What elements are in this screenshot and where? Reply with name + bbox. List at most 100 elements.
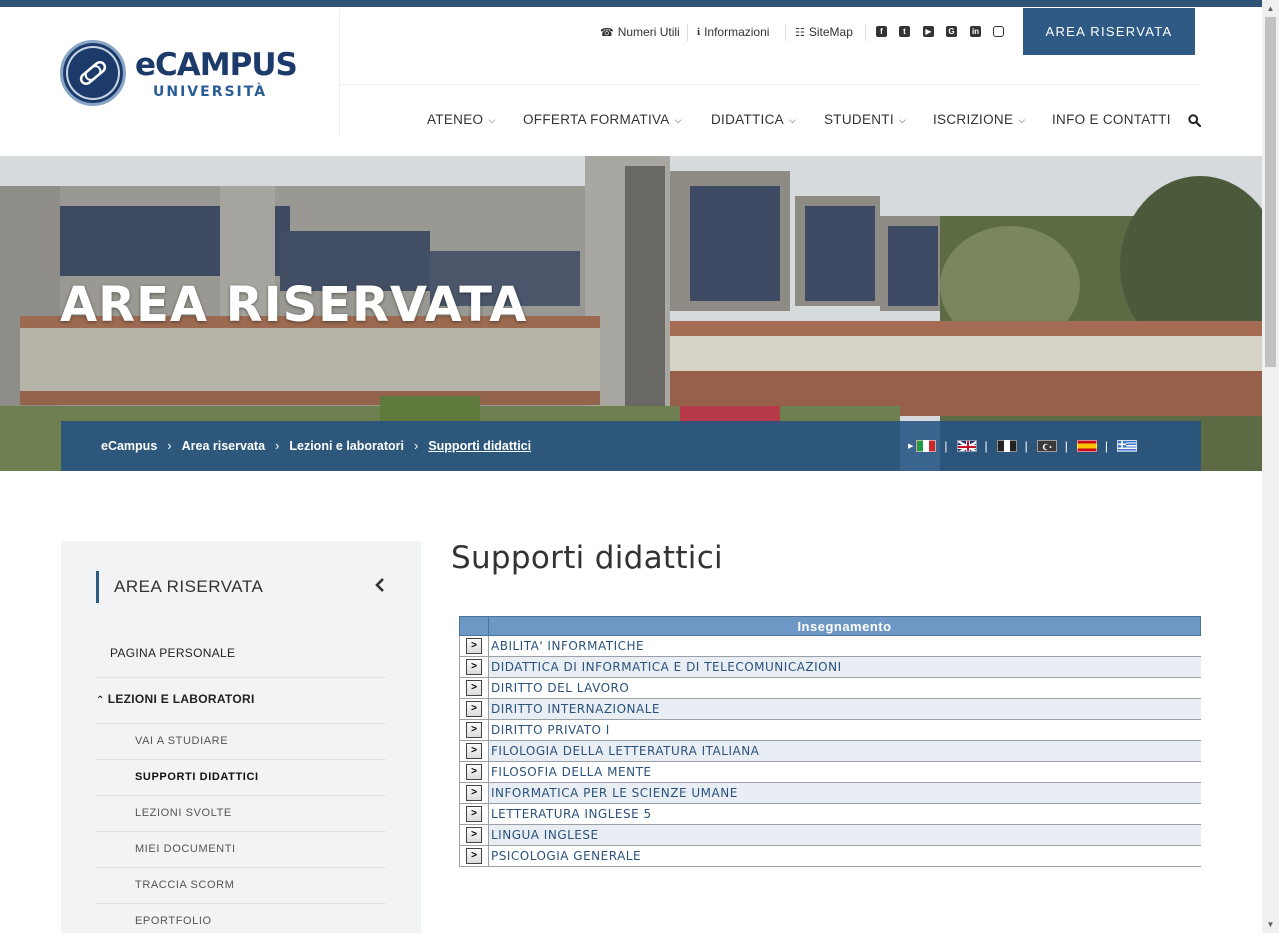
lang-separator: |: [1064, 439, 1068, 453]
course-name[interactable]: PSICOLOGIA GENERALE: [488, 845, 1201, 867]
table-header-insegnamento: Insegnamento: [488, 616, 1201, 636]
ecampus-logo[interactable]: eCAMPUS UNIVERSITÀ: [60, 40, 300, 108]
util-separator: [785, 24, 786, 41]
english-flag[interactable]: [956, 440, 977, 452]
twitter-icon[interactable]: t: [899, 26, 910, 37]
sitemap-link[interactable]: ☷ SiteMap: [795, 24, 853, 40]
chevron-up-icon: ⌃: [96, 695, 105, 706]
scroll-down-icon[interactable]: ▼: [1262, 916, 1279, 933]
french-flag[interactable]: [996, 440, 1017, 452]
open-course-button[interactable]: >: [466, 680, 482, 696]
sidebar-sub-vai-a-studiare[interactable]: VAI A STUDIARE: [135, 735, 228, 747]
googleplus-icon[interactable]: G: [946, 26, 957, 37]
course-name[interactable]: LINGUA INGLESE: [488, 824, 1201, 846]
open-course-button[interactable]: >: [466, 701, 482, 717]
top-accent-bar: [0, 0, 1262, 7]
scroll-up-icon[interactable]: ▲: [1262, 0, 1279, 17]
lang-separator: |: [944, 439, 948, 453]
course-name[interactable]: FILOSOFIA DELLA MENTE: [488, 761, 1201, 783]
chevron-down-icon: ⌵: [1018, 115, 1026, 125]
open-course-button[interactable]: >: [466, 659, 482, 675]
area-riservata-button[interactable]: AREA RISERVATA: [1023, 8, 1195, 55]
spanish-flag[interactable]: [1076, 440, 1097, 452]
table-header-row: Insegnamento: [459, 616, 1201, 636]
chevron-right-icon: ›: [275, 438, 280, 453]
header-divider: [339, 9, 340, 137]
row-action-cell: >: [459, 698, 489, 720]
sidebar-divider: [96, 759, 386, 760]
youtube-icon[interactable]: ▶: [923, 26, 934, 37]
site-header: eCAMPUS UNIVERSITÀ ☎ Numeri Utili i Info…: [0, 7, 1262, 156]
nav-label: STUDENTI: [824, 112, 894, 127]
open-course-button[interactable]: >: [466, 764, 482, 780]
informazioni-link[interactable]: i Informazioni: [697, 24, 769, 40]
nav-label: ISCRIZIONE: [933, 112, 1014, 127]
nav-info-contatti[interactable]: INFO E CONTATTI: [1052, 112, 1171, 128]
nav-label: INFO E CONTATTI: [1052, 112, 1171, 127]
course-name[interactable]: INFORMATICA PER LE SCIENZE UMANE: [488, 782, 1201, 804]
course-name[interactable]: DIDATTICA DI INFORMATICA E DI TELECOMUNI…: [488, 656, 1201, 678]
row-action-cell: >: [459, 824, 489, 846]
sidebar-sub-traccia-scorm[interactable]: TRACCIA SCORM: [135, 879, 234, 891]
phone-icon: ☎: [600, 26, 614, 39]
util-separator: [865, 24, 866, 41]
breadcrumb-bar: eCampus › Area riservata › Lezioni e lab…: [61, 421, 1201, 471]
instagram-icon[interactable]: [993, 26, 1004, 37]
search-icon[interactable]: [1188, 114, 1201, 127]
sidebar-divider: [96, 677, 386, 678]
sitemap-icon: ☷: [795, 26, 805, 39]
breadcrumb-area-riservata[interactable]: Area riservata: [182, 439, 265, 453]
open-course-button[interactable]: >: [466, 743, 482, 759]
row-action-cell: >: [459, 761, 489, 783]
table-row: > FILOLOGIA DELLA LETTERATURA ITALIANA: [459, 740, 1201, 762]
turkish-flag[interactable]: [1036, 440, 1057, 452]
course-name[interactable]: DIRITTO DEL LAVORO: [488, 677, 1201, 699]
breadcrumb-ecampus[interactable]: eCampus: [101, 439, 157, 453]
scrollbar[interactable]: ▲ ▼: [1262, 0, 1279, 933]
nav-label: OFFERTA FORMATIVA: [523, 112, 670, 127]
open-course-button[interactable]: >: [466, 638, 482, 654]
breadcrumb-current[interactable]: Supporti didattici: [428, 439, 531, 453]
table-row: > FILOSOFIA DELLA MENTE: [459, 761, 1201, 783]
course-name[interactable]: DIRITTO INTERNAZIONALE: [488, 698, 1201, 720]
course-name[interactable]: DIRITTO PRIVATO I: [488, 719, 1201, 741]
scrollbar-thumb[interactable]: [1265, 17, 1276, 367]
facebook-icon[interactable]: f: [876, 26, 887, 37]
open-course-button[interactable]: >: [466, 785, 482, 801]
nav-didattica[interactable]: DIDATTICA ⌵: [711, 112, 796, 128]
sidebar-item-pagina-personale[interactable]: PAGINA PERSONALE: [110, 646, 235, 660]
greek-flag[interactable]: [1117, 440, 1138, 452]
course-name[interactable]: FILOLOGIA DELLA LETTERATURA ITALIANA: [488, 740, 1201, 762]
linkedin-icon[interactable]: in: [970, 26, 981, 37]
open-course-button[interactable]: >: [466, 827, 482, 843]
row-action-cell: >: [459, 740, 489, 762]
table-row: > DIRITTO PRIVATO I: [459, 719, 1201, 741]
row-action-cell: >: [459, 803, 489, 825]
nav-iscrizione[interactable]: ISCRIZIONE ⌵: [933, 112, 1025, 128]
breadcrumb: eCampus › Area riservata › Lezioni e lab…: [101, 438, 531, 453]
table-row: > DIRITTO DEL LAVORO: [459, 677, 1201, 699]
italian-flag[interactable]: [916, 440, 937, 452]
nav-studenti[interactable]: STUDENTI ⌵: [824, 112, 906, 128]
sidebar-item-lezioni-laboratori[interactable]: ⌃ LEZIONI E LABORATORI: [96, 692, 255, 706]
logo-wordmark: eCAMPUS: [135, 47, 298, 83]
breadcrumb-lezioni-laboratori[interactable]: Lezioni e laboratori: [289, 439, 404, 453]
course-name[interactable]: ABILITA' INFORMATICHE: [488, 635, 1201, 657]
sidebar-sub-eportfolio[interactable]: EPORTFOLIO: [135, 915, 212, 927]
lang-separator: |: [984, 439, 988, 453]
sidebar-sub-miei-documenti[interactable]: MIEI DOCUMENTI: [135, 843, 236, 855]
nav-ateneo[interactable]: ATENEO ⌵: [427, 112, 495, 128]
nav-offerta-formativa[interactable]: OFFERTA FORMATIVA ⌵: [523, 112, 682, 128]
open-course-button[interactable]: >: [466, 806, 482, 822]
open-course-button[interactable]: >: [466, 848, 482, 864]
sidebar-sub-lezioni-svolte[interactable]: LEZIONI SVOLTE: [135, 807, 232, 819]
open-course-button[interactable]: >: [466, 722, 482, 738]
numeri-utili-link[interactable]: ☎ Numeri Utili: [600, 24, 680, 40]
sitemap-label: SiteMap: [808, 25, 853, 39]
table-header-empty: [459, 616, 489, 636]
course-name[interactable]: LETTERATURA INGLESE 5: [488, 803, 1201, 825]
chevron-down-icon: ⌵: [674, 115, 682, 125]
table-row: > ABILITA' INFORMATICHE: [459, 635, 1201, 657]
sidebar-sub-supporti-didattici[interactable]: SUPPORTI DIDATTICI: [135, 771, 259, 783]
chevron-left-icon[interactable]: [374, 577, 386, 593]
